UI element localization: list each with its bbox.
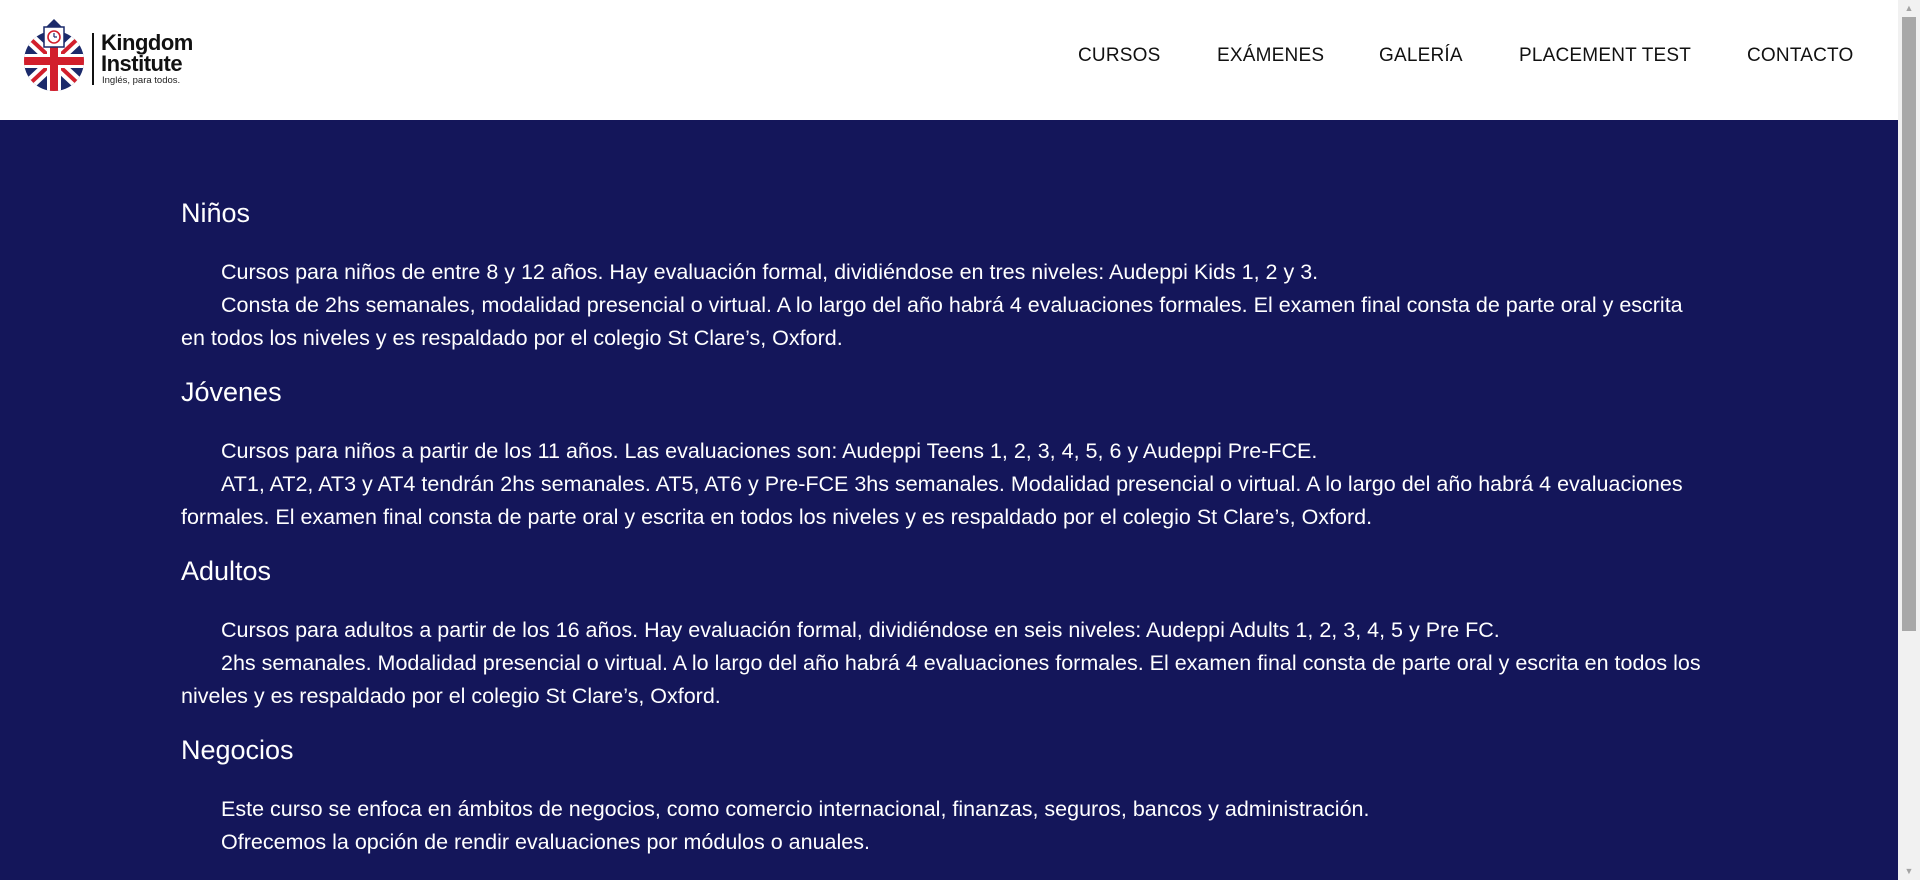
- section-paragraph: 2hs semanales. Modalidad presencial o vi…: [181, 651, 1701, 708]
- nav-placement-test[interactable]: PLACEMENT TEST: [1519, 45, 1691, 67]
- section-adultos: Adultos Cursos para adultos a partir de …: [181, 554, 1711, 713]
- page-scrollbar[interactable]: ▲ ▼: [1898, 0, 1920, 880]
- section-title: Negocios: [181, 735, 294, 765]
- section-title: Niños: [181, 198, 251, 228]
- section-title: Adultos: [181, 556, 272, 586]
- logo-tagline: Inglés, para todos.: [102, 75, 181, 86]
- scroll-up-icon[interactable]: ▲: [1898, 0, 1920, 17]
- courses-content: Niños Cursos para niños de entre 8 y 12 …: [181, 196, 1711, 879]
- section-paragraph: Ofrecemos la opción de rendir evaluacion…: [221, 830, 870, 854]
- nav-contacto[interactable]: CONTACTO: [1747, 45, 1853, 67]
- section-jovenes: Jóvenes Cursos para niños a partir de lo…: [181, 375, 1711, 534]
- section-paragraph: Este curso se enfoca en ámbitos de negoc…: [221, 797, 1370, 821]
- scroll-down-icon[interactable]: ▼: [1898, 863, 1920, 880]
- section-title: Jóvenes: [181, 377, 282, 407]
- scrollbar-thumb[interactable]: [1902, 17, 1916, 631]
- section-paragraph: Cursos para niños a partir de los 11 año…: [221, 439, 1318, 463]
- nav-examenes[interactable]: EXÁMENES: [1217, 45, 1324, 67]
- section-paragraph: Consta de 2hs semanales, modalidad prese…: [181, 293, 1683, 350]
- section-paragraph: AT1, AT2, AT3 y AT4 tendrán 2hs semanale…: [181, 472, 1683, 529]
- site-header: Kingdom Institute Inglés, para todos. CU…: [0, 0, 1898, 120]
- nav-galeria[interactable]: GALERÍA: [1379, 45, 1463, 67]
- nav-cursos[interactable]: CURSOS: [1078, 45, 1161, 67]
- section-paragraph: Cursos para niños de entre 8 y 12 años. …: [221, 260, 1319, 284]
- section-paragraph: Cursos para adultos a partir de los 16 a…: [221, 618, 1500, 642]
- section-ninos: Niños Cursos para niños de entre 8 y 12 …: [181, 196, 1711, 355]
- main-nav: CURSOS EXÁMENES GALERÍA PLACEMENT TEST C…: [0, 45, 1898, 71]
- section-negocios: Negocios Este curso se enfoca en ámbitos…: [181, 733, 1711, 859]
